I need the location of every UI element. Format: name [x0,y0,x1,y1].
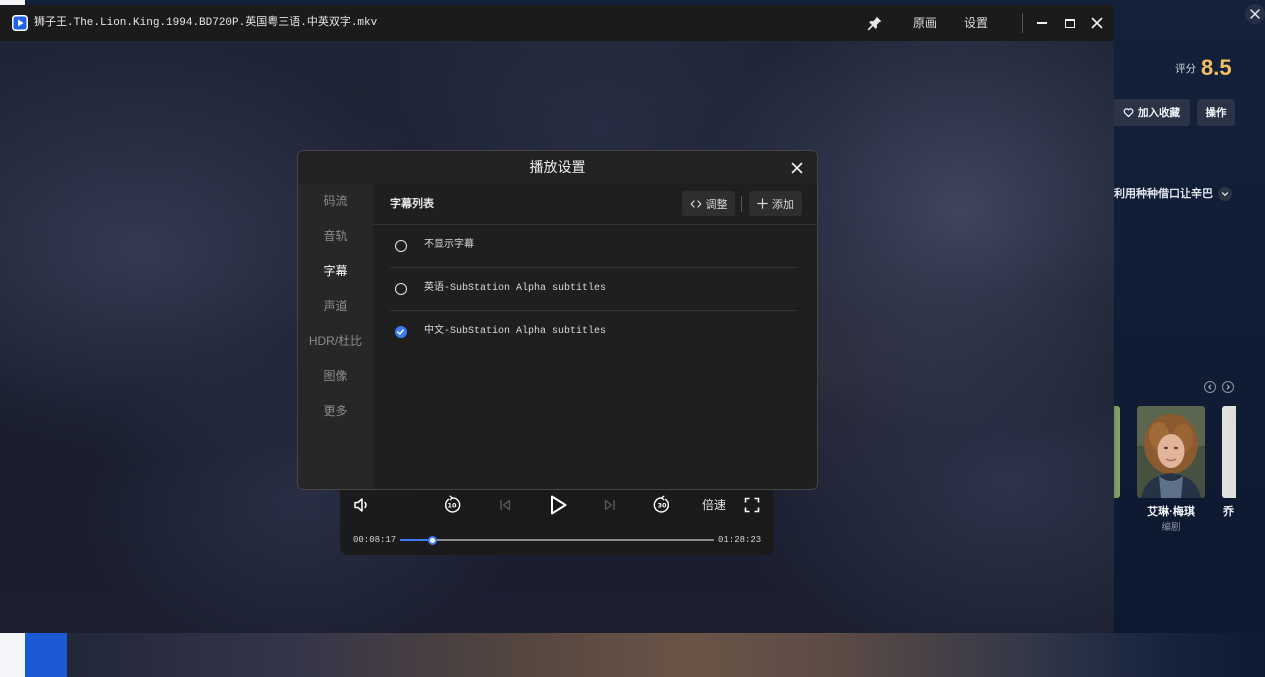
play-icon [547,494,569,516]
radio-button[interactable] [395,283,407,295]
subtitle-option-none[interactable]: 不显示字幕 [390,225,798,268]
actions-button[interactable]: 操作 [1197,99,1235,126]
current-time: 00:08:17 [353,535,397,545]
close-button[interactable] [1091,17,1103,29]
tab-more[interactable]: 更多 [298,394,373,429]
maximize-icon [1065,18,1075,28]
title-bar[interactable]: 狮子王.The.Lion.King.1994.BD720P.英国粤三语.中英双字… [0,5,1114,41]
previous-icon [497,497,513,513]
forward-30-button[interactable]: 30 [652,495,672,515]
quality-button[interactable]: 原画 [913,5,937,41]
progress-knob[interactable] [428,535,438,545]
radio-button[interactable] [395,240,407,252]
plus-icon [757,198,768,209]
chevron-down-icon [1221,190,1229,198]
dialog-title: 播放设置 [529,159,586,175]
subtitle-panel-header: 字幕列表 调整 添加 [373,184,817,225]
minimize-button[interactable] [1035,16,1049,30]
replay-seconds-label: 10 [447,502,457,510]
tab-stream[interactable]: 码流 [298,184,373,219]
subtitle-option-label: 中文-SubStation Alpha subtitles [424,326,607,337]
cast-role: 编剧 [1161,522,1181,533]
close-icon [790,161,804,175]
replay-10-icon: 10 [442,495,462,515]
subtitle-option-label: 英语-SubStation Alpha subtitles [424,283,607,294]
tab-hdr-dolby[interactable]: HDR/杜比 [298,324,373,359]
subtitle-option-label: 不显示字幕 [424,240,474,251]
tab-audio-track[interactable]: 音轨 [298,219,373,254]
add-favorite-label: 加入收藏 [1138,107,1180,119]
cast-prev-button[interactable] [1204,381,1216,393]
cast-card[interactable]: 艾琳·梅琪 编剧 [1137,406,1205,538]
chevron-left-icon [1207,384,1213,390]
add-label: 添加 [772,198,794,211]
volume-icon [352,495,372,515]
tab-image[interactable]: 图像 [298,359,373,394]
subtitle-list-heading: 字幕列表 [390,198,434,210]
forward-seconds-label: 30 [657,502,667,510]
dialog-close-button[interactable] [790,161,804,175]
pin-icon [867,15,883,31]
maximize-button[interactable] [1063,16,1077,30]
cast-name: 艾琳·梅琪 [1147,506,1195,518]
title-bar-divider [1022,13,1023,33]
subtitle-panel: 字幕列表 调整 添加 不显示字幕 英语-SubStation Alpha sub… [373,184,817,489]
window-title: 狮子王.The.Lion.King.1994.BD720P.英国粤三语.中英双字… [34,17,378,29]
replay-10-button[interactable]: 10 [442,495,462,515]
subtitle-option-english[interactable]: 英语-SubStation Alpha subtitles [390,268,798,311]
close-icon [1250,9,1260,19]
synopsis-text: 利用种种借口让辛巴 [1114,188,1213,200]
adjust-subtitle-button[interactable]: 调整 [682,191,735,216]
cast-name: 乔 [1223,506,1234,518]
tab-subtitles[interactable]: 字幕 [298,254,373,289]
cast-photo [1114,406,1120,498]
next-icon [602,497,618,513]
volume-button[interactable] [352,495,372,515]
header-divider [741,196,742,212]
app-backdrop-blur [67,633,1265,677]
tab-audio-channel[interactable]: 声道 [298,289,373,324]
settings-button[interactable]: 设置 [964,5,988,41]
previous-button[interactable] [495,495,515,515]
cast-card[interactable] [1114,406,1120,538]
next-button[interactable] [600,495,620,515]
subtitle-options: 不显示字幕 英语-SubStation Alpha subtitles 中文-S… [390,225,798,354]
fullscreen-icon [743,496,761,514]
heart-icon [1123,107,1134,118]
code-brackets-icon [690,198,702,210]
minimize-icon [1037,22,1047,24]
app-sidebar-active-item [25,633,67,677]
play-logo-icon [12,15,28,31]
pin-button[interactable] [867,15,883,31]
rating-value: 8.5 [1201,55,1232,80]
playback-speed-button[interactable]: 倍速 [701,495,727,515]
duration: 01:28:23 [718,535,762,545]
cast-carousel: 艾琳·梅琪 编剧 乔 [1114,406,1236,538]
app-close-button[interactable] [1245,4,1265,24]
close-icon [1091,17,1103,29]
playback-settings-dialog: 播放设置 码流 音轨 字幕 声道 HDR/杜比 图像 更多 字幕列表 调整 添加… [297,150,818,490]
radio-button[interactable] [395,326,407,338]
chevron-right-icon [1225,384,1231,390]
add-favorite-button[interactable]: 加入收藏 [1113,99,1190,126]
forward-30-icon: 30 [652,495,672,515]
cast-next-button[interactable] [1222,381,1234,393]
dialog-header: 播放设置 [298,151,817,184]
cast-photo [1222,406,1236,498]
subtitle-option-chinese[interactable]: 中文-SubStation Alpha subtitles [390,311,798,354]
expand-synopsis-button[interactable] [1218,187,1232,201]
progress-bar[interactable] [400,535,714,545]
adjust-label: 调整 [705,198,728,211]
cast-card[interactable]: 乔 [1222,406,1236,538]
play-button[interactable] [547,494,569,516]
settings-tabs: 码流 音轨 字幕 声道 HDR/杜比 图像 更多 [298,184,373,489]
add-subtitle-button[interactable]: 添加 [749,191,802,216]
rating-label: 评分 [1175,63,1196,75]
fullscreen-button[interactable] [742,495,762,515]
cast-photo [1137,406,1205,498]
